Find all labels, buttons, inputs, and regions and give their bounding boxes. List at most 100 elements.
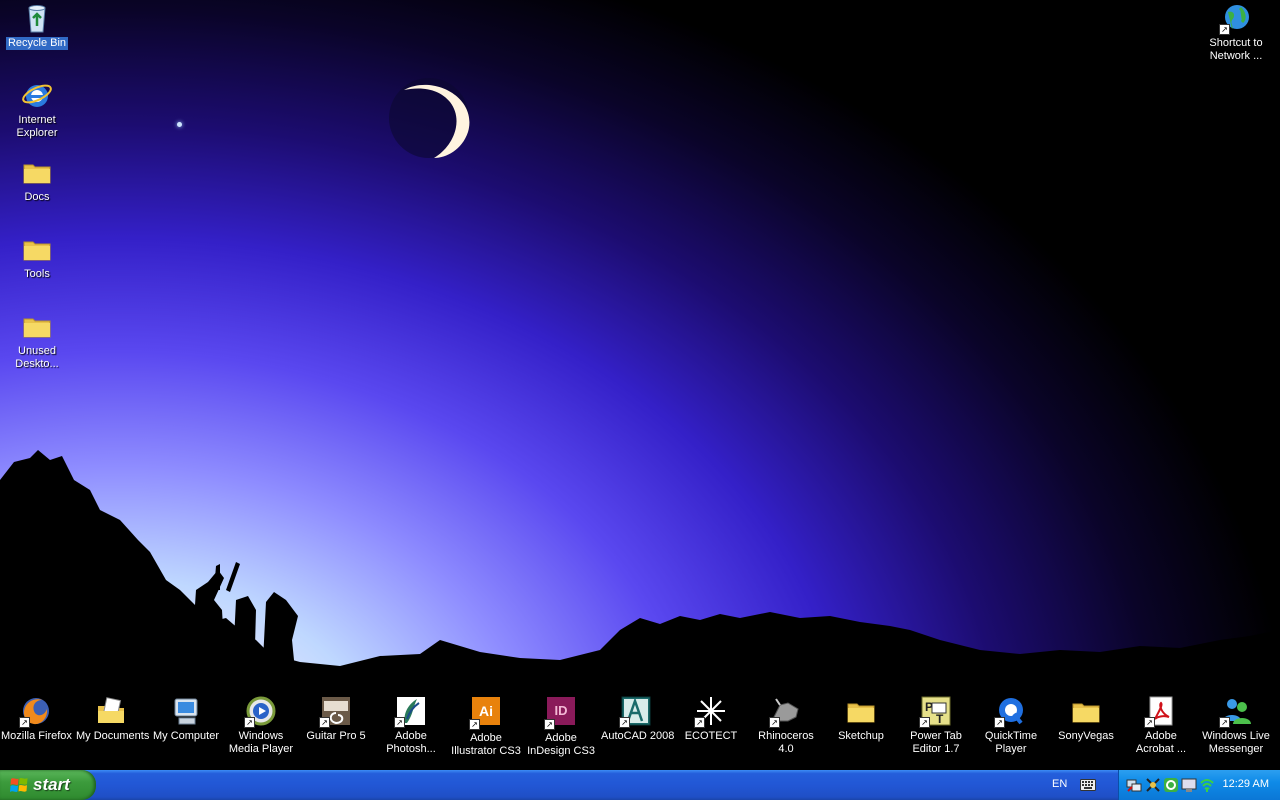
desktop-icon-autocad[interactable]: ↗ AutoCAD 2008 <box>599 695 675 743</box>
desktop-icon-internet-explorer[interactable]: Internet Explorer <box>0 79 74 140</box>
shortcut-arrow-icon: ↗ <box>1144 717 1155 728</box>
shortcut-arrow-icon: ↗ <box>994 717 1005 728</box>
shortcut-arrow-icon: ↗ <box>769 717 780 728</box>
indesign-icon: ID ↗ <box>544 697 577 730</box>
desktop[interactable]: Recycle Bin Internet Explorer Docs Tools… <box>0 0 1280 770</box>
icon-label: Recycle Bin <box>5 37 69 50</box>
shortcut-arrow-icon: ↗ <box>319 717 330 728</box>
icon-label: Guitar Pro 5 <box>306 730 366 742</box>
wireless-tray-icon[interactable] <box>1199 777 1215 793</box>
shortcut-arrow-icon: ↗ <box>19 717 30 728</box>
desktop-icon-network-shortcut[interactable]: ↗ Shortcut to Network ... <box>1199 2 1273 63</box>
desktop-icon-power-tab-editor[interactable]: PT ↗ Power Tab Editor 1.7 <box>899 695 973 756</box>
desktop-icon-quicktime[interactable]: ↗ QuickTime Player <box>974 695 1048 756</box>
quicktime-icon: ↗ <box>994 695 1027 728</box>
recycle-bin-icon <box>21 2 53 34</box>
shortcut-arrow-icon: ↗ <box>1219 717 1230 728</box>
icon-label: Tools <box>24 268 50 280</box>
icon-label: QuickTime Player <box>984 730 1038 755</box>
icon-label: Adobe Acrobat ... <box>1135 730 1187 755</box>
green-tray-icon[interactable] <box>1163 777 1179 793</box>
messenger-icon: ↗ <box>1219 695 1252 728</box>
acrobat-icon: ↗ <box>1144 695 1177 728</box>
icon-label: SonyVegas <box>1058 730 1114 742</box>
taskbar: start EN 12:29 AM <box>0 770 1280 800</box>
star <box>177 122 182 127</box>
desktop-icon-ecotect[interactable]: ↗ ECOTECT <box>674 695 748 743</box>
windows-flag-icon <box>10 778 28 792</box>
icon-label: Windows Media Player <box>228 730 294 755</box>
firefox-icon: ↗ <box>19 695 52 728</box>
shortcut-arrow-icon: ↗ <box>1219 24 1230 35</box>
desktop-icon-sonyvegas[interactable]: SonyVegas <box>1049 695 1123 743</box>
language-indicator[interactable]: EN <box>1052 778 1067 790</box>
folder-icon <box>1070 695 1102 727</box>
desktop-icon-adobe-photoshop[interactable]: ↗ Adobe Photosh... <box>374 695 448 756</box>
start-button[interactable]: start <box>0 770 96 800</box>
network-globe-icon: ↗ <box>1219 2 1252 35</box>
monitor-tray-icon[interactable] <box>1181 777 1197 793</box>
folder-icon <box>21 233 53 265</box>
desktop-icon-my-computer[interactable]: My Computer <box>149 695 223 743</box>
power-tab-icon: PT ↗ <box>919 695 952 728</box>
icon-label: AutoCAD 2008 <box>601 730 675 742</box>
icon-label: Shortcut to Network ... <box>1209 37 1263 62</box>
keyboard-icon[interactable] <box>1080 779 1096 791</box>
desktop-icon-guitar-pro[interactable]: ↗ Guitar Pro 5 <box>299 695 373 743</box>
desktop-icon-sketchup[interactable]: Sketchup <box>824 695 898 743</box>
icon-label: Adobe Illustrator CS3 <box>451 732 521 757</box>
shortcut-arrow-icon: ↗ <box>619 717 630 728</box>
desktop-icon-mozilla-firefox[interactable]: ↗ Mozilla Firefox <box>0 695 73 743</box>
rhinoceros-icon: ↗ <box>769 695 802 728</box>
desktop-icon-adobe-indesign[interactable]: ID ↗ Adobe InDesign CS3 <box>524 695 598 758</box>
icon-label: Adobe Photosh... <box>386 730 436 755</box>
shortcut-arrow-icon: ↗ <box>694 717 705 728</box>
desktop-icon-unused-desktop[interactable]: Unused Deskto... <box>0 310 74 371</box>
folder-icon <box>21 156 53 188</box>
guitar-pro-icon: ↗ <box>319 695 352 728</box>
desktop-icon-rhinoceros[interactable]: ↗ Rhinoceros 4.0 <box>749 695 823 756</box>
ecotect-icon: ↗ <box>694 695 727 728</box>
start-label: start <box>33 775 70 794</box>
shortcut-arrow-icon: ↗ <box>469 719 480 730</box>
shortcut-arrow-icon: ↗ <box>919 717 930 728</box>
network-tray-icon[interactable] <box>1126 777 1142 793</box>
icon-label: Mozilla Firefox <box>1 730 72 742</box>
icon-label: Unused Deskto... <box>15 345 59 370</box>
desktop-icon-windows-live-messenger[interactable]: ↗ Windows Live Messenger <box>1199 695 1273 756</box>
desktop-icon-docs[interactable]: Docs <box>0 156 74 204</box>
icon-label: Docs <box>24 191 50 203</box>
desktop-icon-tools[interactable]: Tools <box>0 233 74 281</box>
my-documents-icon <box>95 695 127 727</box>
autocad-icon: ↗ <box>619 695 652 728</box>
folder-icon <box>845 695 877 727</box>
desktop-icon-adobe-acrobat[interactable]: ↗ Adobe Acrobat ... <box>1124 695 1198 756</box>
icon-label: My Computer <box>152 730 220 742</box>
desktop-icon-recycle-bin[interactable]: Recycle Bin <box>0 2 74 50</box>
icon-label: Rhinoceros 4.0 <box>758 730 814 755</box>
internet-explorer-icon <box>21 79 53 111</box>
shortcut-arrow-icon: ↗ <box>244 717 255 728</box>
folder-icon <box>21 310 53 342</box>
desktop-icon-my-documents[interactable]: My Documents <box>74 695 150 743</box>
icon-label: Windows Live Messenger <box>1202 730 1270 755</box>
icon-label: ECOTECT <box>684 730 738 742</box>
icon-label: My Documents <box>76 730 150 742</box>
antivirus-tray-icon[interactable] <box>1145 777 1161 793</box>
illustrator-icon: Ai ↗ <box>469 697 502 730</box>
media-player-icon: ↗ <box>244 695 277 728</box>
moon-crescent <box>389 78 470 158</box>
system-tray: 12:29 AM <box>1118 770 1280 800</box>
desktop-icon-adobe-illustrator[interactable]: Ai ↗ Adobe Illustrator CS3 <box>449 695 523 758</box>
icon-label: Power Tab Editor 1.7 <box>910 730 962 755</box>
my-computer-icon <box>170 695 202 727</box>
icon-label: Internet Explorer <box>16 114 58 139</box>
photoshop-icon: ↗ <box>394 695 427 728</box>
svg-text:T: T <box>936 712 944 726</box>
shortcut-arrow-icon: ↗ <box>394 717 405 728</box>
icon-label: Adobe InDesign CS3 <box>527 732 595 757</box>
clock[interactable]: 12:29 AM <box>1223 778 1269 790</box>
desktop-icon-windows-media-player[interactable]: ↗ Windows Media Player <box>224 695 298 756</box>
shortcut-arrow-icon: ↗ <box>544 719 555 730</box>
icon-label: Sketchup <box>838 730 884 742</box>
